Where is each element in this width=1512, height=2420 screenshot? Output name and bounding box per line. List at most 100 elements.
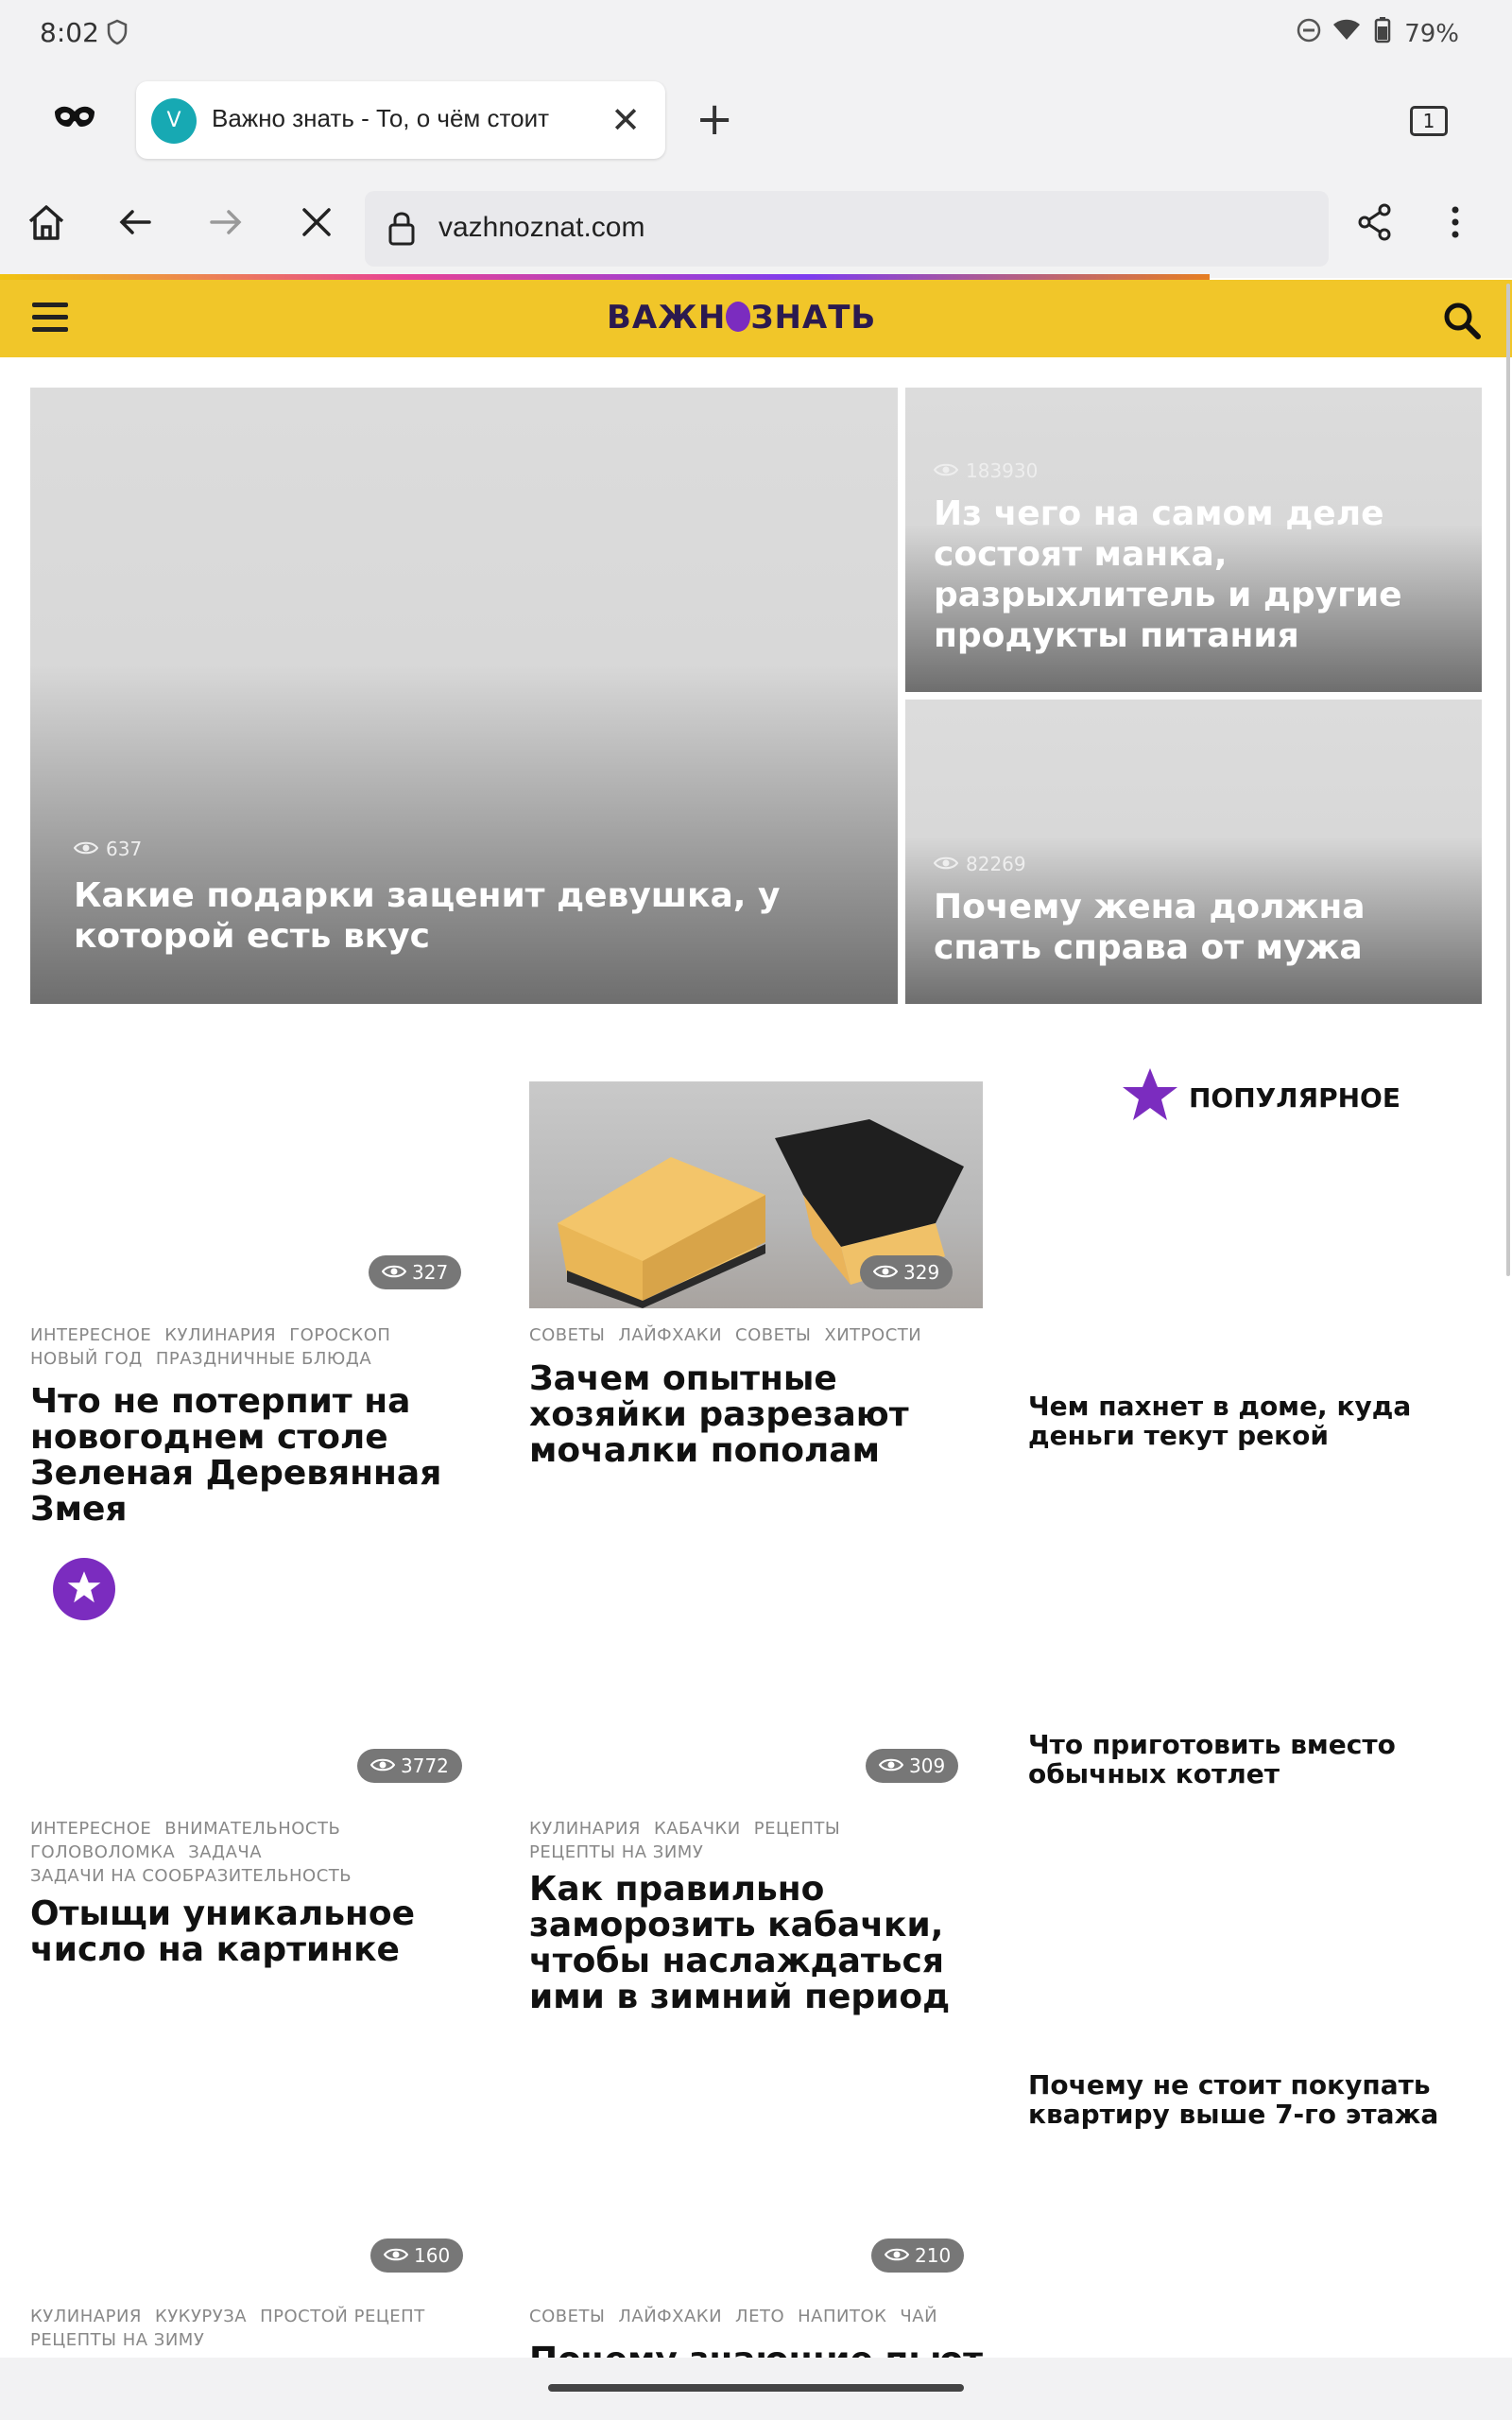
status-bar: 8:02 79% (0, 0, 1512, 68)
tag-link[interactable]: ИНТЕРЕСНОЕ (30, 1325, 151, 1345)
hero-bottom-right-title[interactable]: Почему жена должна спать справа от мужа (934, 887, 1463, 968)
private-mode-icon[interactable] (53, 104, 96, 132)
tag-link[interactable]: КУЛИНАРИЯ (30, 2307, 142, 2326)
view-count-badge: 3772 (357, 1749, 462, 1783)
popular-heading: ПОПУЛЯРНОЕ (1121, 1066, 1400, 1130)
tag-link[interactable]: ЗАДАЧИ НА СООБРАЗИТЕЛЬНОСТЬ (30, 1866, 352, 1886)
tag-link[interactable]: КАБАЧКИ (654, 1819, 741, 1839)
site-logo[interactable]: ВАЖН ЗНАТЬ (607, 299, 876, 337)
tag-link[interactable]: НАПИТОК (798, 2307, 886, 2326)
popular-item[interactable]: Почему не стоит покупать квартиру выше 7… (1028, 2070, 1472, 2129)
article-title[interactable]: Отыщи уникальное число на картинке (30, 1896, 474, 1968)
stop-loading-icon[interactable] (295, 200, 338, 248)
share-icon[interactable] (1353, 200, 1397, 248)
tab-strip: V Важно знать - То, о чём стоит ✕ + 1 (0, 68, 1512, 176)
article-tags: СОВЕТЫ ЛАЙФХАКИ СОВЕТЫ ХИТРОСТИ (529, 1323, 983, 1347)
article-tags: ИНТЕРЕСНОЕ КУЛИНАРИЯ ГОРОСКОП НОВЫЙ ГОД ПРА… (30, 1323, 484, 1371)
logo-mark-icon (726, 302, 751, 332)
gesture-handle[interactable] (548, 2384, 964, 2392)
article-tags: СОВЕТЫ ЛАЙФХАКИ ЛЕТО НАПИТОК ЧАЙ (529, 2305, 1002, 2328)
sponge-article-image[interactable]: 329 (529, 1081, 983, 1308)
back-icon[interactable] (113, 200, 157, 248)
tag-link[interactable]: КУКУРУЗА (155, 2307, 247, 2326)
favorites-button[interactable] (53, 1558, 115, 1620)
view-count-badge: 160 (370, 2238, 464, 2273)
tag-link[interactable]: ЛАЙФХАКИ (618, 2307, 722, 2326)
site-header: ВАЖН ЗНАТЬ (0, 280, 1512, 357)
browser-tab[interactable]: V Важно знать - То, о чём стоит ✕ (136, 81, 665, 159)
tag-link[interactable]: СОВЕТЫ (529, 2307, 605, 2326)
article-title[interactable]: Что не потерпит на новогоднем столе Зеле… (30, 1384, 474, 1528)
tag-link[interactable]: НОВЫЙ ГОД (30, 1349, 143, 1369)
tag-link[interactable]: ПРОСТОЙ РЕЦЕПТ (260, 2307, 425, 2326)
eye-icon (933, 853, 959, 875)
tag-link[interactable]: ПРАЗДНИЧНЫЕ БЛЮДА (156, 1349, 371, 1369)
tag-link[interactable]: КУЛИНАРИЯ (529, 1819, 641, 1839)
popular-item[interactable]: Чем пахнет в доме, куда деньги текут рек… (1028, 1392, 1472, 1450)
forward-icon[interactable] (204, 200, 248, 248)
tag-link[interactable]: ХИТРОСТИ (824, 1325, 921, 1345)
hamburger-menu-icon[interactable] (32, 302, 68, 339)
view-counter: 637 (73, 838, 142, 860)
tag-link[interactable]: СОВЕТЫ (529, 1325, 605, 1345)
hero-main-title[interactable]: Какие подарки заценит девушка, у которой… (74, 875, 792, 957)
battery-icon (1372, 17, 1393, 50)
tag-link[interactable]: ЧАЙ (900, 2307, 937, 2326)
eye-icon (884, 2244, 910, 2267)
tag-link[interactable]: ВНИМАТЕЛЬНОСТЬ (164, 1819, 340, 1839)
close-tab-icon[interactable]: ✕ (610, 102, 641, 138)
eye-icon (381, 1261, 407, 1284)
clock: 8:02 (40, 17, 99, 48)
view-count-badge: 210 (871, 2238, 965, 2273)
new-tab-icon[interactable]: + (696, 96, 733, 142)
tag-link[interactable]: РЕЦЕПТЫ (754, 1819, 841, 1839)
address-bar[interactable]: vazhnoznat.com (365, 191, 1329, 267)
lock-icon[interactable] (386, 208, 418, 251)
eye-icon (73, 838, 99, 860)
hero-bottom-right-article[interactable]: 82269 Почему жена должна спать справа от… (905, 700, 1482, 1004)
tag-link[interactable]: КУЛИНАРИЯ (164, 1325, 276, 1345)
eye-icon (872, 1261, 899, 1284)
tag-link[interactable]: ЗАДАЧА (188, 1842, 262, 1862)
status-icons: 79% (1297, 17, 1459, 50)
article-tags: КУЛИНАРИЯ КУКУРУЗА ПРОСТОЙ РЕЦЕПТ РЕЦЕПТЫ … (30, 2305, 503, 2352)
hero-top-right-title[interactable]: Из чего на самом деле состоят манка, раз… (934, 493, 1463, 656)
url-text[interactable]: vazhnoznat.com (438, 212, 644, 244)
article-tags: КУЛИНАРИЯ КАБАЧКИ РЕЦЕПТЫ РЕЦЕПТЫ НА ЗИМУ (529, 1817, 983, 1864)
star-icon (1121, 1066, 1179, 1130)
tag-link[interactable]: ИНТЕРЕСНОЕ (30, 1819, 151, 1839)
hero-main-article[interactable]: 637 Какие подарки заценит девушка, у кот… (30, 388, 898, 1004)
search-icon[interactable] (1440, 299, 1484, 346)
tag-link[interactable]: ЛАЙФХАКИ (618, 1325, 722, 1345)
site-favicon: V (151, 98, 197, 144)
battery-level: 79% (1404, 19, 1459, 48)
tag-link[interactable]: ГОЛОВОЛОМКА (30, 1842, 175, 1862)
tag-link[interactable]: ЛЕТО (735, 2307, 784, 2326)
view-count-badge: 329 (860, 1255, 954, 1289)
view-counter: 183930 (933, 459, 1038, 482)
hero-top-right-article[interactable]: 183930 Из чего на самом деле состоят ман… (905, 388, 1482, 692)
article-title[interactable]: Зачем опытные хозяйки разрезают мочалки … (529, 1361, 992, 1469)
shield-icon (106, 19, 129, 49)
tag-link[interactable]: РЕЦЕПТЫ НА ЗИМУ (529, 1842, 703, 1862)
browser-toolbar: vazhnoznat.com (0, 176, 1512, 278)
page-scrollbar[interactable] (1506, 284, 1510, 1276)
tag-link[interactable]: ГОРОСКОП (289, 1325, 390, 1345)
tag-link[interactable]: РЕЦЕПТЫ НА ЗИМУ (30, 2330, 204, 2350)
view-counter: 82269 (933, 853, 1026, 875)
eye-icon (369, 1754, 396, 1777)
view-count-badge: 327 (369, 1255, 462, 1289)
more-menu-icon[interactable] (1446, 200, 1465, 248)
wifi-icon (1332, 19, 1361, 48)
eye-icon (933, 459, 959, 482)
tag-link[interactable]: СОВЕТЫ (735, 1325, 811, 1345)
article-title[interactable]: Как правильно заморозить кабачки, чтобы … (529, 1872, 992, 2015)
star-icon (66, 1570, 102, 1608)
dnd-icon (1297, 18, 1321, 49)
article-tags: ИНТЕРЕСНОЕ ВНИМАТЕЛЬНОСТЬ ГОЛОВОЛОМКА ЗАДА… (30, 1817, 484, 1888)
tab-title: Важно знать - То, о чём стоит (212, 104, 550, 132)
popular-item[interactable]: Что приготовить вместо обычных котлет (1028, 1730, 1472, 1789)
eye-icon (383, 2244, 409, 2267)
tab-count-button[interactable]: 1 (1410, 106, 1448, 136)
home-icon[interactable] (25, 200, 68, 248)
